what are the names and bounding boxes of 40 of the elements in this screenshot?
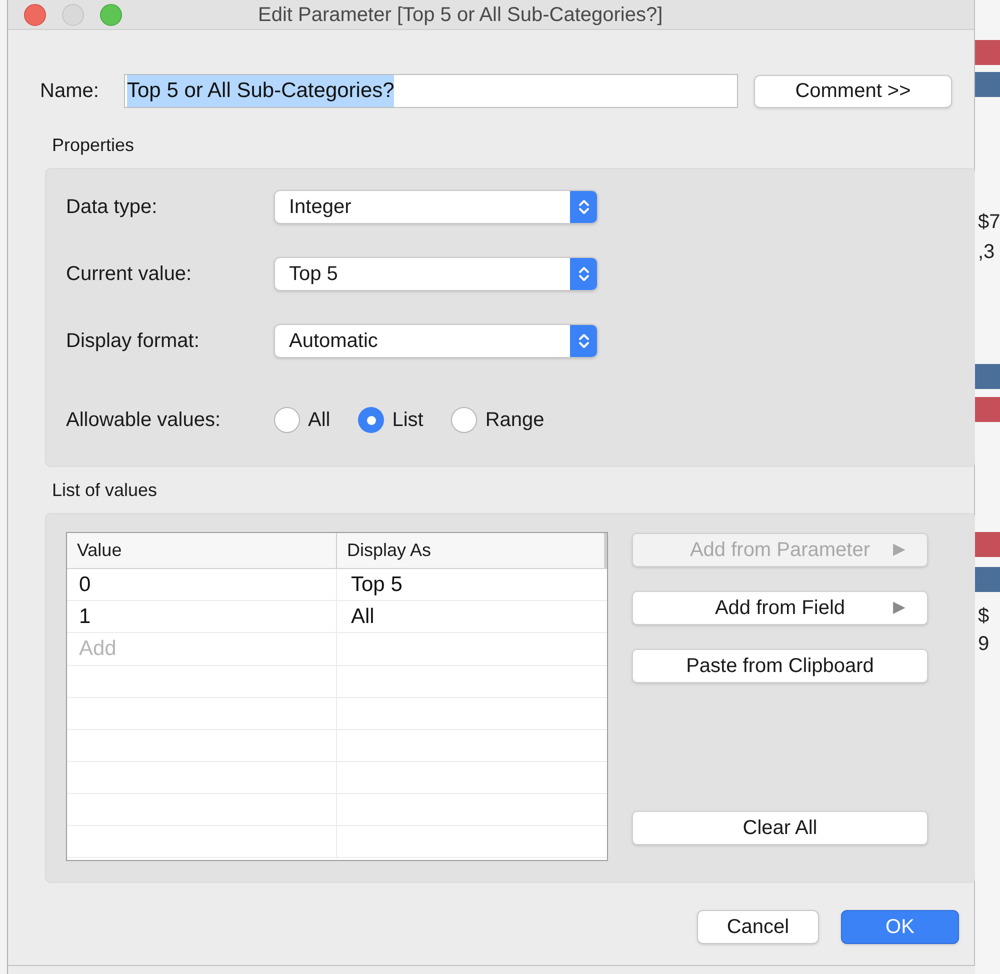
dropdown-arrows-icon — [570, 325, 597, 357]
field-label: Current value: — [66, 262, 193, 287]
background-text: ,3 — [977, 240, 996, 264]
column-header[interactable]: Value — [67, 533, 337, 568]
dropdown[interactable]: Top 5 — [274, 257, 598, 291]
section-title: Properties — [52, 134, 136, 157]
list-action-button[interactable]: Paste from Clipboard — [632, 649, 928, 683]
radio-icon[interactable] — [451, 407, 478, 433]
dropdown[interactable]: Automatic — [274, 324, 598, 358]
section-title: List of values — [52, 479, 158, 502]
table-cell-text: All — [350, 604, 376, 630]
list-action-button[interactable]: Clear All — [632, 811, 928, 845]
field-label: Data type: — [66, 195, 158, 220]
table-cell-text: Top 5 — [350, 572, 404, 598]
radio-option[interactable]: List — [358, 405, 424, 435]
dropdown[interactable]: Integer — [274, 190, 598, 224]
radio-option[interactable]: All — [274, 405, 330, 435]
dropdown-arrows-icon — [570, 191, 597, 223]
table-cell: 0 — [67, 569, 337, 600]
radio-icon[interactable] — [274, 407, 300, 433]
background-text: $ — [977, 604, 990, 628]
dialog-button[interactable]: OK — [841, 910, 959, 944]
table-cell: 1 — [67, 601, 337, 632]
radio-option[interactable]: Range — [451, 405, 544, 435]
minimize-icon[interactable] — [62, 4, 84, 26]
name-label: Name: — [40, 79, 100, 104]
zoom-icon[interactable] — [100, 4, 122, 26]
background-text: $7 — [977, 210, 1000, 234]
field-label: Display format: — [66, 329, 200, 354]
close-icon[interactable] — [24, 4, 46, 26]
comment-button[interactable]: Comment >> — [754, 74, 952, 108]
background-text: 9 — [977, 632, 990, 656]
radio-selected-icon[interactable] — [358, 407, 384, 433]
name-field[interactable]: Top 5 or All Sub-Categories? — [124, 74, 738, 108]
list-action-button[interactable]: Add from Field ▶ — [632, 591, 928, 625]
dropdown-arrows-icon — [570, 258, 597, 290]
window-title: Edit Parameter [Top 5 or All Sub-Categories?] — [258, 2, 663, 28]
column-header[interactable]: Display As — [337, 533, 607, 568]
field-label: Allowable values: — [66, 408, 222, 433]
dialog-button[interactable]: Cancel — [697, 910, 819, 944]
